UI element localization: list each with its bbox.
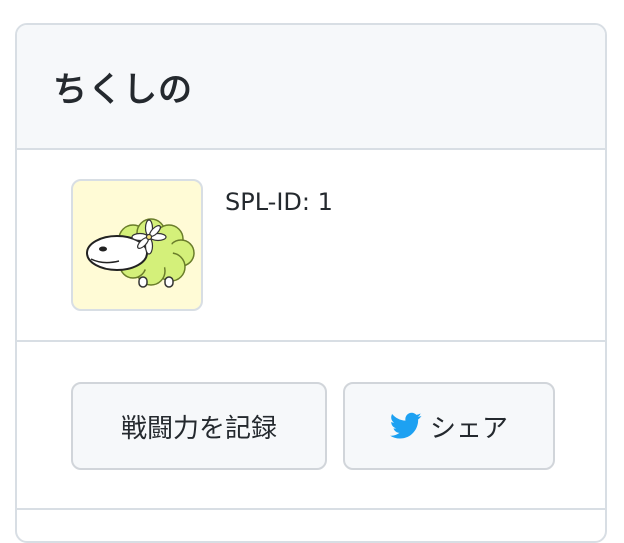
profile-card: ちくしの SPL-ID: 1 戦闘力を記録 シェア (15, 23, 607, 543)
record-power-button[interactable]: 戦闘力を記録 (71, 382, 327, 470)
twitter-icon (389, 412, 422, 439)
spl-id-label: SPL-ID: 1 (225, 188, 333, 216)
share-label: シェア (429, 413, 508, 444)
page-title: ちくしの (53, 70, 193, 110)
avatar (71, 179, 203, 311)
actions-row: 戦闘力を記録 シェア (17, 342, 605, 510)
card-header: ちくしの (17, 25, 605, 150)
sheep-avatar-icon (86, 218, 195, 288)
share-button[interactable]: シェア (343, 382, 555, 470)
profile-row: SPL-ID: 1 (17, 150, 605, 342)
record-power-label: 戦闘力を記録 (120, 413, 277, 444)
